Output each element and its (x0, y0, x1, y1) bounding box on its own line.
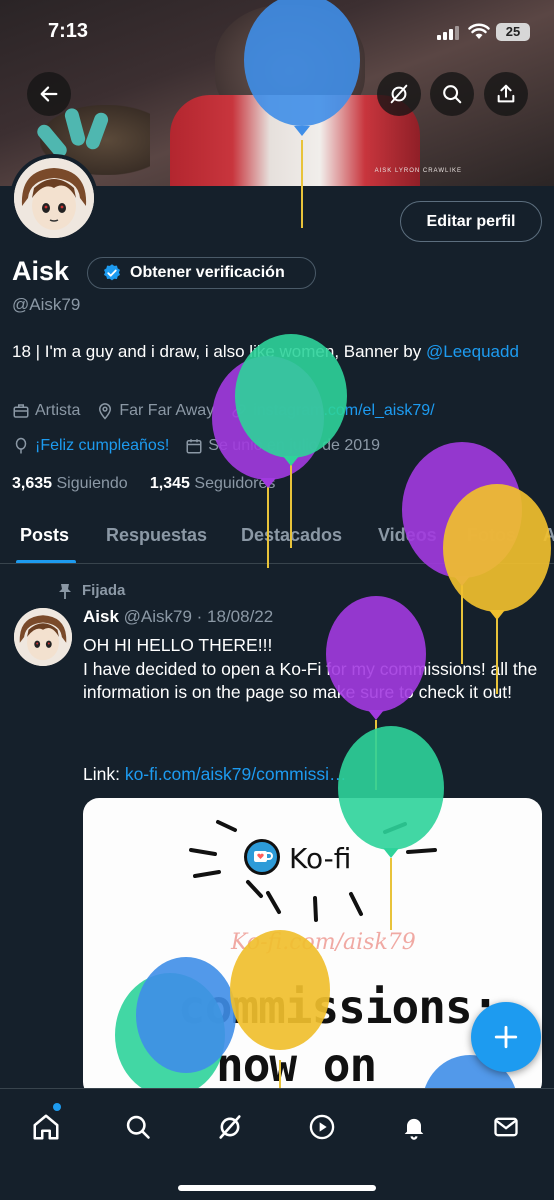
follow-stats: 3,635 Siguiendo 1,345 Seguidores (12, 475, 275, 493)
post-header: Aisk @Aisk79 · 18/08/22 (83, 607, 273, 627)
nav-messages[interactable] (486, 1107, 526, 1147)
post-handle-date: @Aisk79 · 18/08/22 (123, 607, 274, 626)
bio-text: 18 | I'm a guy and i draw, i also like w… (12, 342, 426, 361)
post-author-avatar[interactable] (14, 608, 72, 666)
birthday-label: ¡Feliz cumpleaños! (35, 437, 170, 454)
website-link[interactable]: instagram.com/el_aisk79/ (253, 402, 434, 420)
profile-avatar[interactable] (10, 154, 98, 242)
pinned-indicator: Fijada (58, 582, 125, 599)
followers-link[interactable]: 1,345 Seguidores (150, 475, 275, 492)
plus-icon (494, 1025, 518, 1049)
post-line-2: I have decided to open a Ko-Fi for my co… (83, 658, 538, 703)
following-label: Siguiendo (56, 475, 128, 492)
website-item[interactable]: instagram.com/el_aisk79/ (230, 402, 435, 420)
share-icon (497, 84, 515, 103)
mail-icon (494, 1117, 518, 1137)
post-body: OH HI HELLO THERE!!! I have decided to o… (83, 634, 543, 705)
location-item: Far Far Away (96, 402, 214, 420)
post-link[interactable]: ko-fi.com/aisk79/commissi… (125, 764, 347, 784)
briefcase-icon (13, 404, 29, 418)
tab-more[interactable]: A (543, 525, 554, 546)
image-text-line-1: commissions: (178, 980, 499, 1034)
nav-search[interactable] (118, 1107, 158, 1147)
pin-icon (59, 583, 71, 599)
tab-posts[interactable]: Posts (20, 525, 69, 546)
post-link-line: Link: ko-fi.com/aisk79/commissi… (83, 764, 347, 785)
profile-tabs: Posts Respuestas Destacados Videos Fotos… (0, 510, 554, 564)
cellular-signal-icon (437, 26, 459, 40)
kofi-logo-icon (244, 839, 280, 875)
home-icon (33, 1114, 59, 1140)
play-circle-icon (309, 1114, 335, 1140)
nav-notifications[interactable] (394, 1107, 434, 1147)
joined-item: Se unió en julio de 2019 (185, 437, 380, 455)
nav-grok[interactable] (210, 1107, 250, 1147)
battery-icon: 25 (496, 23, 530, 41)
grok-button[interactable] (377, 72, 421, 116)
location-pin-icon (99, 403, 112, 420)
back-button[interactable] (27, 72, 71, 116)
category-label: Artista (35, 402, 81, 419)
grok-icon (390, 84, 408, 104)
birthday-item: ¡Feliz cumpleaños! (12, 437, 169, 455)
image-text-line-2: now on (216, 1038, 377, 1092)
pinned-label: Fijada (82, 582, 126, 599)
home-indicator (178, 1185, 376, 1191)
banner-caption: AISK LYRON CRAWLIKE (374, 168, 462, 174)
tab-highlights[interactable]: Destacados (241, 525, 342, 546)
status-bar: 7:13 25 (0, 0, 554, 60)
avatar-illustration (14, 158, 94, 238)
post-line-1: OH HI HELLO THERE!!! (83, 635, 273, 655)
category-item: Artista (12, 402, 80, 420)
followers-label: Seguidores (194, 475, 276, 492)
grok-icon (219, 1115, 241, 1139)
tab-photos[interactable]: Fotos (467, 525, 516, 546)
profile-meta-row: Artista Far Far Away instagram.com/el_ai… (12, 402, 451, 420)
verified-badge-icon (104, 264, 120, 281)
profile-bio: 18 | I'm a guy and i draw, i also like w… (12, 340, 542, 364)
calendar-icon (186, 439, 202, 454)
post-author-name[interactable]: Aisk (83, 607, 119, 626)
search-icon (126, 1115, 150, 1139)
search-button[interactable] (430, 72, 474, 116)
kofi-logo-text: Ko-fi (289, 842, 352, 875)
compose-button[interactable] (471, 1002, 541, 1072)
search-icon (443, 85, 462, 104)
profile-handle: @Aisk79 (12, 295, 81, 314)
wifi-icon (468, 23, 490, 39)
followers-count: 1,345 (149, 475, 190, 492)
arrow-left-icon (40, 86, 58, 102)
bio-mention-link[interactable]: @Leequadd (426, 342, 519, 361)
location-label: Far Far Away (119, 402, 215, 419)
kofi-url-text: Ko-fi.com/aisk79 (231, 930, 416, 955)
link-icon (232, 404, 246, 418)
status-time: 7:13 (48, 20, 89, 42)
profile-meta-row-2: ¡Feliz cumpleaños! Se unió en julio de 2… (12, 437, 396, 455)
joined-label: Se unió en julio de 2019 (208, 437, 380, 454)
nav-home[interactable] (26, 1107, 66, 1147)
home-notification-dot (53, 1103, 61, 1111)
post-image[interactable]: Ko-fi Ko-fi.com/aisk79 commissions: now … (83, 798, 542, 1098)
tab-replies[interactable]: Respuestas (106, 525, 207, 546)
balloon-icon (15, 437, 27, 454)
post-link-prefix: Link: (83, 764, 125, 784)
active-tab-indicator (16, 560, 76, 563)
nav-videos[interactable] (302, 1107, 342, 1147)
avatar-illustration (14, 608, 72, 666)
bottom-navigation (0, 1088, 554, 1200)
share-button[interactable] (484, 72, 528, 116)
get-verified-label: Obtener verificación (130, 264, 285, 281)
following-count: 3,635 (12, 475, 53, 492)
bell-icon (404, 1118, 424, 1140)
following-link[interactable]: 3,635 Siguiendo (12, 475, 128, 492)
edit-profile-button[interactable]: Editar perfil (400, 201, 542, 242)
get-verified-button[interactable]: Obtener verificación (87, 257, 316, 289)
tab-videos[interactable]: Videos (378, 525, 437, 546)
profile-name: Aisk (12, 256, 70, 286)
